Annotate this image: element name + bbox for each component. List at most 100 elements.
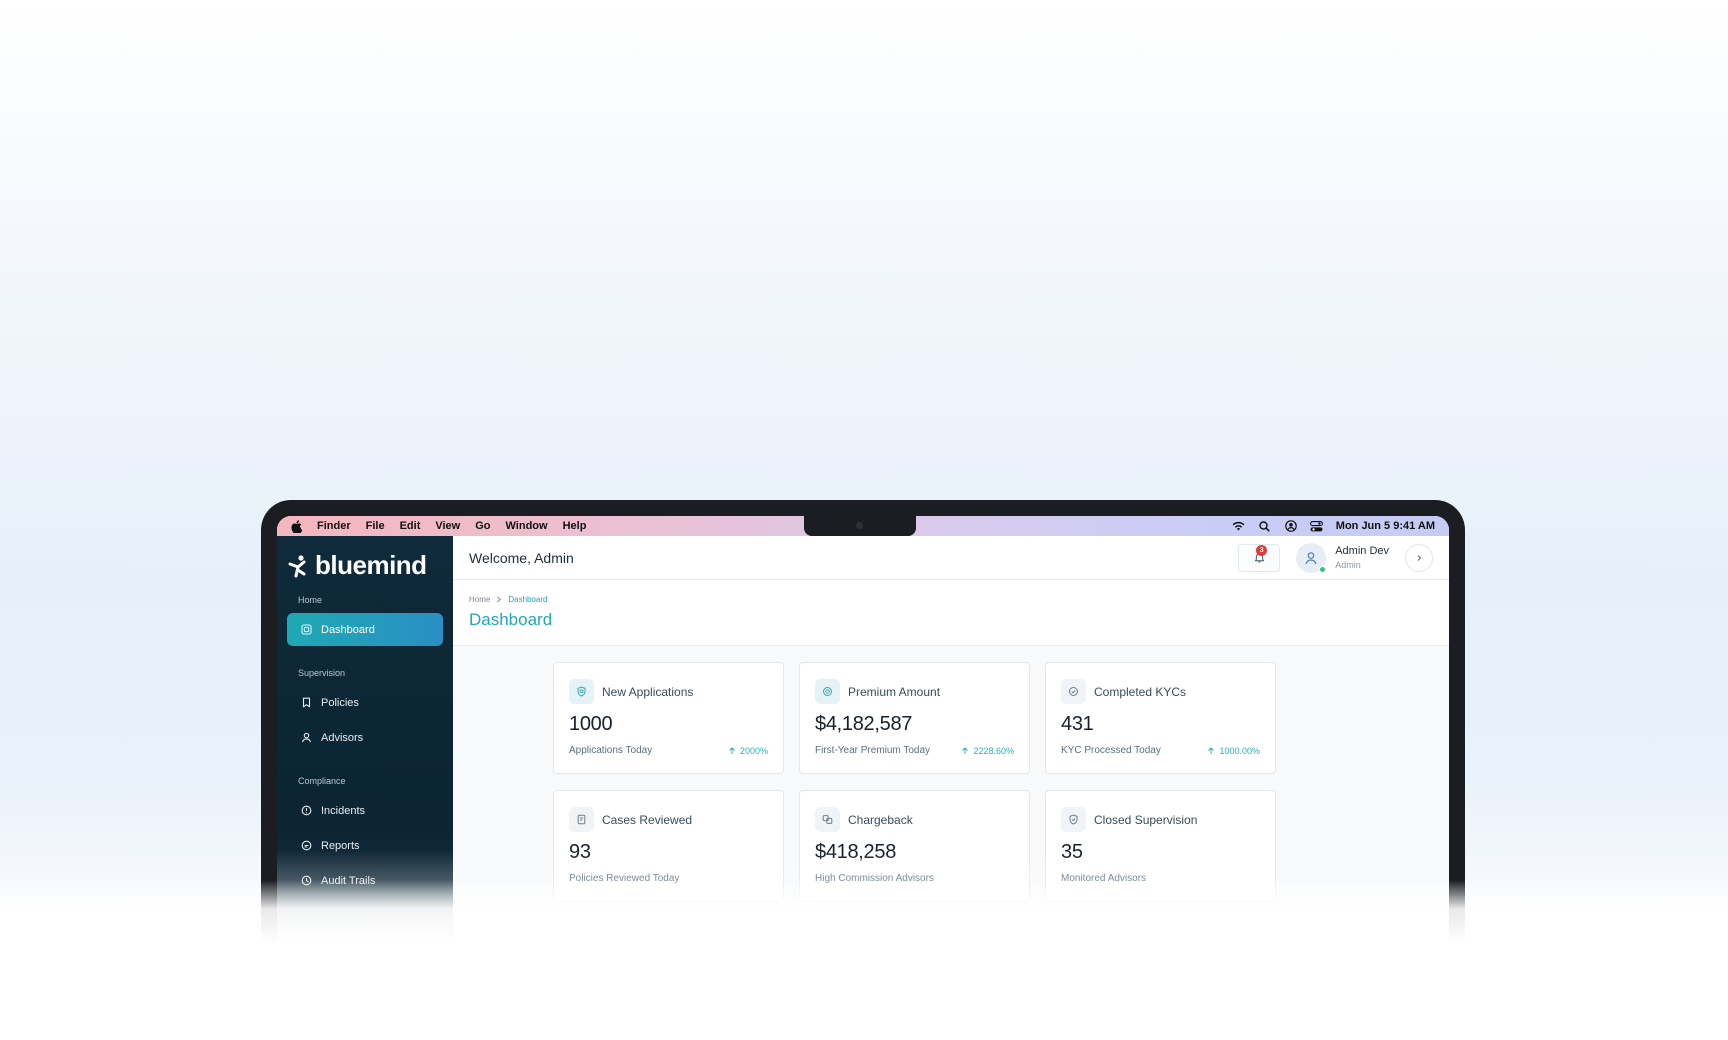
brand-name: bluemind bbox=[315, 550, 427, 580]
laptop-screen: Finder File Edit View Go Window Help Mon… bbox=[277, 516, 1449, 1020]
menu-finder[interactable]: Finder bbox=[317, 520, 351, 532]
chargeback-icon bbox=[815, 807, 840, 832]
card-subtitle: High Commission Advisors bbox=[815, 873, 934, 884]
card-title: Cases Reviewed bbox=[602, 812, 693, 827]
sidebar-item-audit-trails[interactable]: Audit Trails bbox=[287, 864, 443, 897]
shield-check-icon bbox=[1061, 807, 1086, 832]
report-icon bbox=[301, 840, 312, 851]
sidebar-item-incidents[interactable]: Incidents bbox=[287, 794, 443, 827]
chevron-right-icon bbox=[497, 596, 502, 603]
user-icon bbox=[1305, 551, 1317, 564]
card-title: Completed KYCs bbox=[1094, 684, 1187, 699]
avatar[interactable] bbox=[1296, 542, 1327, 573]
sidebar-item-policies[interactable]: Policies bbox=[287, 686, 443, 719]
breadcrumb-home[interactable]: Home bbox=[469, 595, 490, 604]
user-role: Admin bbox=[1335, 560, 1361, 570]
stat-card-new-applications[interactable]: New Applications 1000 Applications Today… bbox=[553, 662, 784, 774]
sidebar-item-dashboard[interactable]: Dashboard bbox=[287, 613, 443, 646]
sidebar: bluemind Home Dashboard Supervision Poli… bbox=[277, 536, 453, 1020]
control-center-icon[interactable] bbox=[1310, 519, 1324, 533]
stats-grid: New Applications 1000 Applications Today… bbox=[553, 662, 1449, 902]
menu-edit[interactable]: Edit bbox=[400, 520, 421, 532]
notification-badge: 3 bbox=[1256, 544, 1268, 556]
apple-icon[interactable] bbox=[291, 519, 303, 533]
section-label-compliance: Compliance bbox=[298, 776, 346, 786]
card-value: $418,258 bbox=[815, 841, 897, 863]
card-value: 1000 bbox=[569, 713, 613, 735]
card-title: Closed Supervision bbox=[1094, 812, 1198, 827]
coin-icon bbox=[815, 679, 840, 704]
welcome-text: Welcome, Admin bbox=[469, 549, 574, 566]
app-window: bluemind Home Dashboard Supervision Poli… bbox=[277, 536, 1449, 1020]
sidebar-item-label: Reports bbox=[321, 839, 360, 852]
sidebar-item-reports[interactable]: Reports bbox=[287, 829, 443, 862]
sidebar-item-advisors[interactable]: Advisors bbox=[287, 721, 443, 754]
card-title: New Applications bbox=[602, 684, 694, 699]
user-circle-icon[interactable] bbox=[1284, 519, 1298, 533]
section-label-supervision: Supervision bbox=[298, 668, 346, 678]
card-subtitle: Monitored Advisors bbox=[1061, 873, 1147, 884]
online-status-dot bbox=[1319, 565, 1327, 573]
shield-icon bbox=[569, 679, 594, 704]
sidebar-item-label: Policies bbox=[321, 696, 359, 709]
search-icon[interactable] bbox=[1258, 519, 1272, 533]
card-trend-value: 2000% bbox=[739, 745, 768, 756]
stat-card-closed-supervision[interactable]: Closed Supervision 35 Monitored Advisors bbox=[1045, 790, 1276, 902]
breadcrumb-current: Dashboard bbox=[508, 595, 548, 604]
menu-window[interactable]: Window bbox=[506, 520, 548, 532]
check-shield-icon bbox=[1061, 679, 1086, 704]
menu-help[interactable]: Help bbox=[563, 520, 587, 532]
stat-card-completed-kycs[interactable]: Completed KYCs 431 KYC Processed Today 1… bbox=[1045, 662, 1276, 774]
alert-circle-icon bbox=[301, 805, 312, 816]
expand-button[interactable] bbox=[1405, 543, 1433, 572]
logo-mark-icon bbox=[288, 554, 306, 577]
trend-up-icon bbox=[962, 746, 969, 754]
camera-notch bbox=[804, 516, 916, 536]
card-subtitle: Policies Reviewed Today bbox=[569, 873, 680, 884]
trend-up-icon bbox=[729, 746, 735, 754]
page-header: Home Dashboard Dashboard bbox=[453, 580, 1449, 646]
card-value: 35 bbox=[1061, 841, 1083, 863]
card-value: 431 bbox=[1061, 713, 1094, 735]
chevron-right-icon bbox=[1417, 554, 1422, 561]
card-subtitle: KYC Processed Today bbox=[1061, 745, 1161, 756]
dashboard-icon bbox=[301, 624, 312, 635]
laptop-frame: Finder File Edit View Go Window Help Mon… bbox=[261, 500, 1465, 1020]
stat-card-cases-reviewed[interactable]: Cases Reviewed 93 Policies Reviewed Toda… bbox=[553, 790, 784, 902]
section-label-home: Home bbox=[298, 595, 323, 605]
dashboard-content: New Applications 1000 Applications Today… bbox=[453, 646, 1449, 1020]
trend-up-icon bbox=[1208, 746, 1215, 754]
card-trend: 2228.60% bbox=[961, 746, 1014, 756]
menu-view[interactable]: View bbox=[435, 520, 460, 532]
menu-go[interactable]: Go bbox=[475, 520, 490, 532]
wifi-icon[interactable] bbox=[1232, 519, 1246, 533]
card-title: Chargeback bbox=[848, 812, 913, 827]
top-bar: Welcome, Admin 3 Admin Dev Admin bbox=[453, 536, 1449, 580]
user-icon bbox=[301, 732, 312, 743]
card-subtitle: First-Year Premium Today bbox=[815, 745, 931, 756]
stat-card-premium-amount[interactable]: Premium Amount $4,182,587 First-Year Pre… bbox=[799, 662, 1030, 774]
card-trend: 1000.00% bbox=[1207, 746, 1260, 756]
user-name: Admin Dev bbox=[1335, 545, 1389, 557]
sidebar-item-label: Audit Trails bbox=[321, 874, 376, 887]
card-value: $4,182,587 bbox=[815, 713, 913, 735]
card-trend: 2000% bbox=[728, 746, 768, 756]
breadcrumb: Home Dashboard bbox=[469, 595, 1433, 604]
card-value: 93 bbox=[569, 841, 591, 863]
stat-card-chargeback[interactable]: Chargeback $418,258 High Commission Advi… bbox=[799, 790, 1030, 902]
user-menu[interactable]: Admin Dev Admin bbox=[1296, 542, 1389, 573]
menu-file[interactable]: File bbox=[366, 520, 385, 532]
card-trend-value: 2228.60% bbox=[973, 745, 1014, 756]
card-trend-value: 1000.00% bbox=[1219, 745, 1260, 756]
page-title: Dashboard bbox=[469, 610, 553, 629]
notifications-button[interactable]: 3 bbox=[1238, 543, 1281, 572]
card-subtitle: Applications Today bbox=[569, 745, 653, 756]
sidebar-item-label: Dashboard bbox=[321, 623, 375, 636]
menubar-clock[interactable]: Mon Jun 5 9:41 AM bbox=[1336, 520, 1435, 532]
main-panel: Welcome, Admin 3 Admin Dev Admin Home Da… bbox=[453, 536, 1449, 1020]
clock-icon bbox=[301, 875, 312, 886]
sidebar-item-label: Advisors bbox=[321, 731, 364, 744]
brand-logo[interactable]: bluemind bbox=[287, 550, 443, 581]
document-icon bbox=[569, 807, 594, 832]
bookmark-icon bbox=[302, 697, 311, 708]
